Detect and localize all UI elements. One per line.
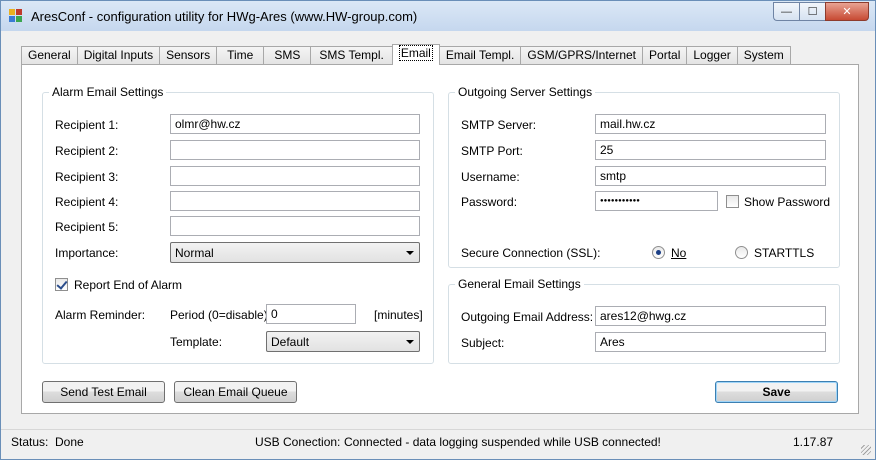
recipient-4-field[interactable]	[170, 191, 420, 211]
tab-label: Logger	[693, 48, 731, 62]
tab-label: Email	[398, 45, 433, 61]
app-icon	[9, 9, 23, 23]
title-bar[interactable]: AresConf - configuration utility for HWg…	[1, 1, 875, 31]
maximize-button[interactable]: ☐	[799, 2, 825, 21]
recipient-2-field[interactable]	[170, 140, 420, 160]
window-title: AresConf - configuration utility for HWg…	[31, 9, 418, 24]
close-button[interactable]: ✕	[825, 2, 869, 21]
username-field[interactable]: smtp	[595, 166, 826, 186]
usb-connection-label: USB Conection:	[255, 435, 341, 449]
report-end-checkbox[interactable]	[55, 278, 68, 291]
tab-email[interactable]: Email	[391, 44, 440, 65]
importance-label: Importance:	[55, 246, 119, 260]
recipient-5-field[interactable]	[170, 216, 420, 236]
status-bar: Status: Done USB Conection: Connected - …	[1, 429, 875, 459]
alarm-email-settings-group: Alarm Email Settings Recipient 1: olmr@h…	[42, 85, 434, 364]
template-label: Template:	[170, 335, 223, 349]
tab-label: Email Templ.	[445, 48, 515, 62]
ssl-no-radio[interactable]	[652, 246, 665, 259]
tab-label: Portal	[649, 48, 681, 62]
tab-label: System	[743, 48, 784, 62]
tab-label: Sensors	[166, 48, 211, 62]
window-controls: — ☐ ✕	[773, 2, 869, 21]
tab-label: Time	[227, 48, 254, 62]
group-title: Alarm Email Settings	[49, 85, 167, 99]
password-field[interactable]: ●●●●●●●●●●●	[595, 191, 718, 211]
tab-label: SMS Templ.	[319, 48, 384, 62]
ssl-no-label[interactable]: No	[671, 246, 686, 260]
period-unit: [minutes]	[374, 308, 423, 322]
clean-email-queue-button[interactable]: Clean Email Queue	[174, 381, 297, 403]
tab-general[interactable]: General	[21, 46, 78, 65]
outgoing-address-field[interactable]: ares12@hwg.cz	[595, 306, 826, 326]
period-field[interactable]: 0	[266, 304, 356, 324]
resize-grip-icon[interactable]	[861, 445, 871, 455]
chevron-down-icon	[406, 251, 414, 255]
recipient-1-field[interactable]: olmr@hw.cz	[170, 114, 420, 134]
ssl-starttls-radio[interactable]	[735, 246, 748, 259]
status-value: Done	[55, 435, 84, 449]
tab-logger[interactable]: Logger	[686, 46, 738, 65]
tab-label: General	[28, 48, 71, 62]
minimize-button[interactable]: —	[773, 2, 799, 21]
tab-gsm-gprs-internet[interactable]: GSM/GPRS/Internet	[520, 46, 644, 65]
template-value: Default	[271, 335, 310, 349]
recipient-4-label: Recipient 4:	[55, 195, 119, 209]
username-label: Username:	[461, 170, 520, 184]
smtp-port-field[interactable]: 25	[595, 140, 826, 160]
tab-sms[interactable]: SMS	[263, 46, 312, 65]
tab-portal[interactable]: Portal	[642, 46, 688, 65]
tab-strip: General Digital Inputs Sensors Time SMS …	[21, 44, 791, 65]
importance-value: Normal	[175, 246, 214, 260]
email-tab-panel: Alarm Email Settings Recipient 1: olmr@h…	[21, 64, 859, 414]
period-label: Period (0=disable):	[170, 308, 272, 322]
app-window: AresConf - configuration utility for HWg…	[0, 0, 876, 460]
tab-label: GSM/GPRS/Internet	[527, 48, 637, 62]
importance-select[interactable]: Normal	[170, 242, 420, 263]
save-button[interactable]: Save	[715, 381, 838, 403]
outgoing-server-settings-group: Outgoing Server Settings SMTP Server: ma…	[448, 85, 840, 268]
outgoing-address-label: Outgoing Email Address:	[461, 310, 594, 324]
status-label: Status:	[11, 435, 49, 449]
tab-digital-inputs[interactable]: Digital Inputs	[76, 46, 161, 65]
show-password-checkbox[interactable]	[726, 195, 739, 208]
template-select[interactable]: Default	[266, 331, 420, 352]
chevron-down-icon	[406, 340, 414, 344]
recipient-3-label: Recipient 3:	[55, 170, 119, 184]
group-title: Outgoing Server Settings	[455, 85, 596, 99]
ssl-label: Secure Connection (SSL):	[461, 246, 601, 260]
send-test-email-button[interactable]: Send Test Email	[42, 381, 165, 403]
recipient-2-label: Recipient 2:	[55, 144, 119, 158]
group-title: General Email Settings	[455, 277, 584, 291]
smtp-server-label: SMTP Server:	[461, 118, 537, 132]
tab-email-templ[interactable]: Email Templ.	[438, 46, 522, 65]
tab-sensors[interactable]: Sensors	[159, 46, 218, 65]
general-email-settings-group: General Email Settings Outgoing Email Ad…	[448, 277, 840, 364]
usb-connection-value: Connected - data logging suspended while…	[344, 435, 661, 449]
version-label: 1.17.87	[793, 435, 834, 449]
alarm-reminder-label: Alarm Reminder:	[55, 308, 146, 322]
subject-field[interactable]: Ares	[595, 332, 826, 352]
smtp-port-label: SMTP Port:	[461, 144, 523, 158]
tab-label: Digital Inputs	[83, 48, 154, 62]
smtp-server-field[interactable]: mail.hw.cz	[595, 114, 826, 134]
tab-time[interactable]: Time	[216, 46, 265, 65]
tab-system[interactable]: System	[736, 46, 791, 65]
ssl-starttls-label[interactable]: STARTTLS	[754, 246, 814, 260]
subject-label: Subject:	[461, 336, 505, 350]
show-password-label[interactable]: Show Password	[744, 195, 830, 209]
recipient-3-field[interactable]	[170, 166, 420, 186]
recipient-1-label: Recipient 1:	[55, 118, 119, 132]
recipient-5-label: Recipient 5:	[55, 220, 119, 234]
password-label: Password:	[461, 195, 518, 209]
report-end-label[interactable]: Report End of Alarm	[74, 278, 182, 292]
tab-label: SMS	[274, 48, 301, 62]
tab-sms-templ[interactable]: SMS Templ.	[310, 46, 393, 65]
